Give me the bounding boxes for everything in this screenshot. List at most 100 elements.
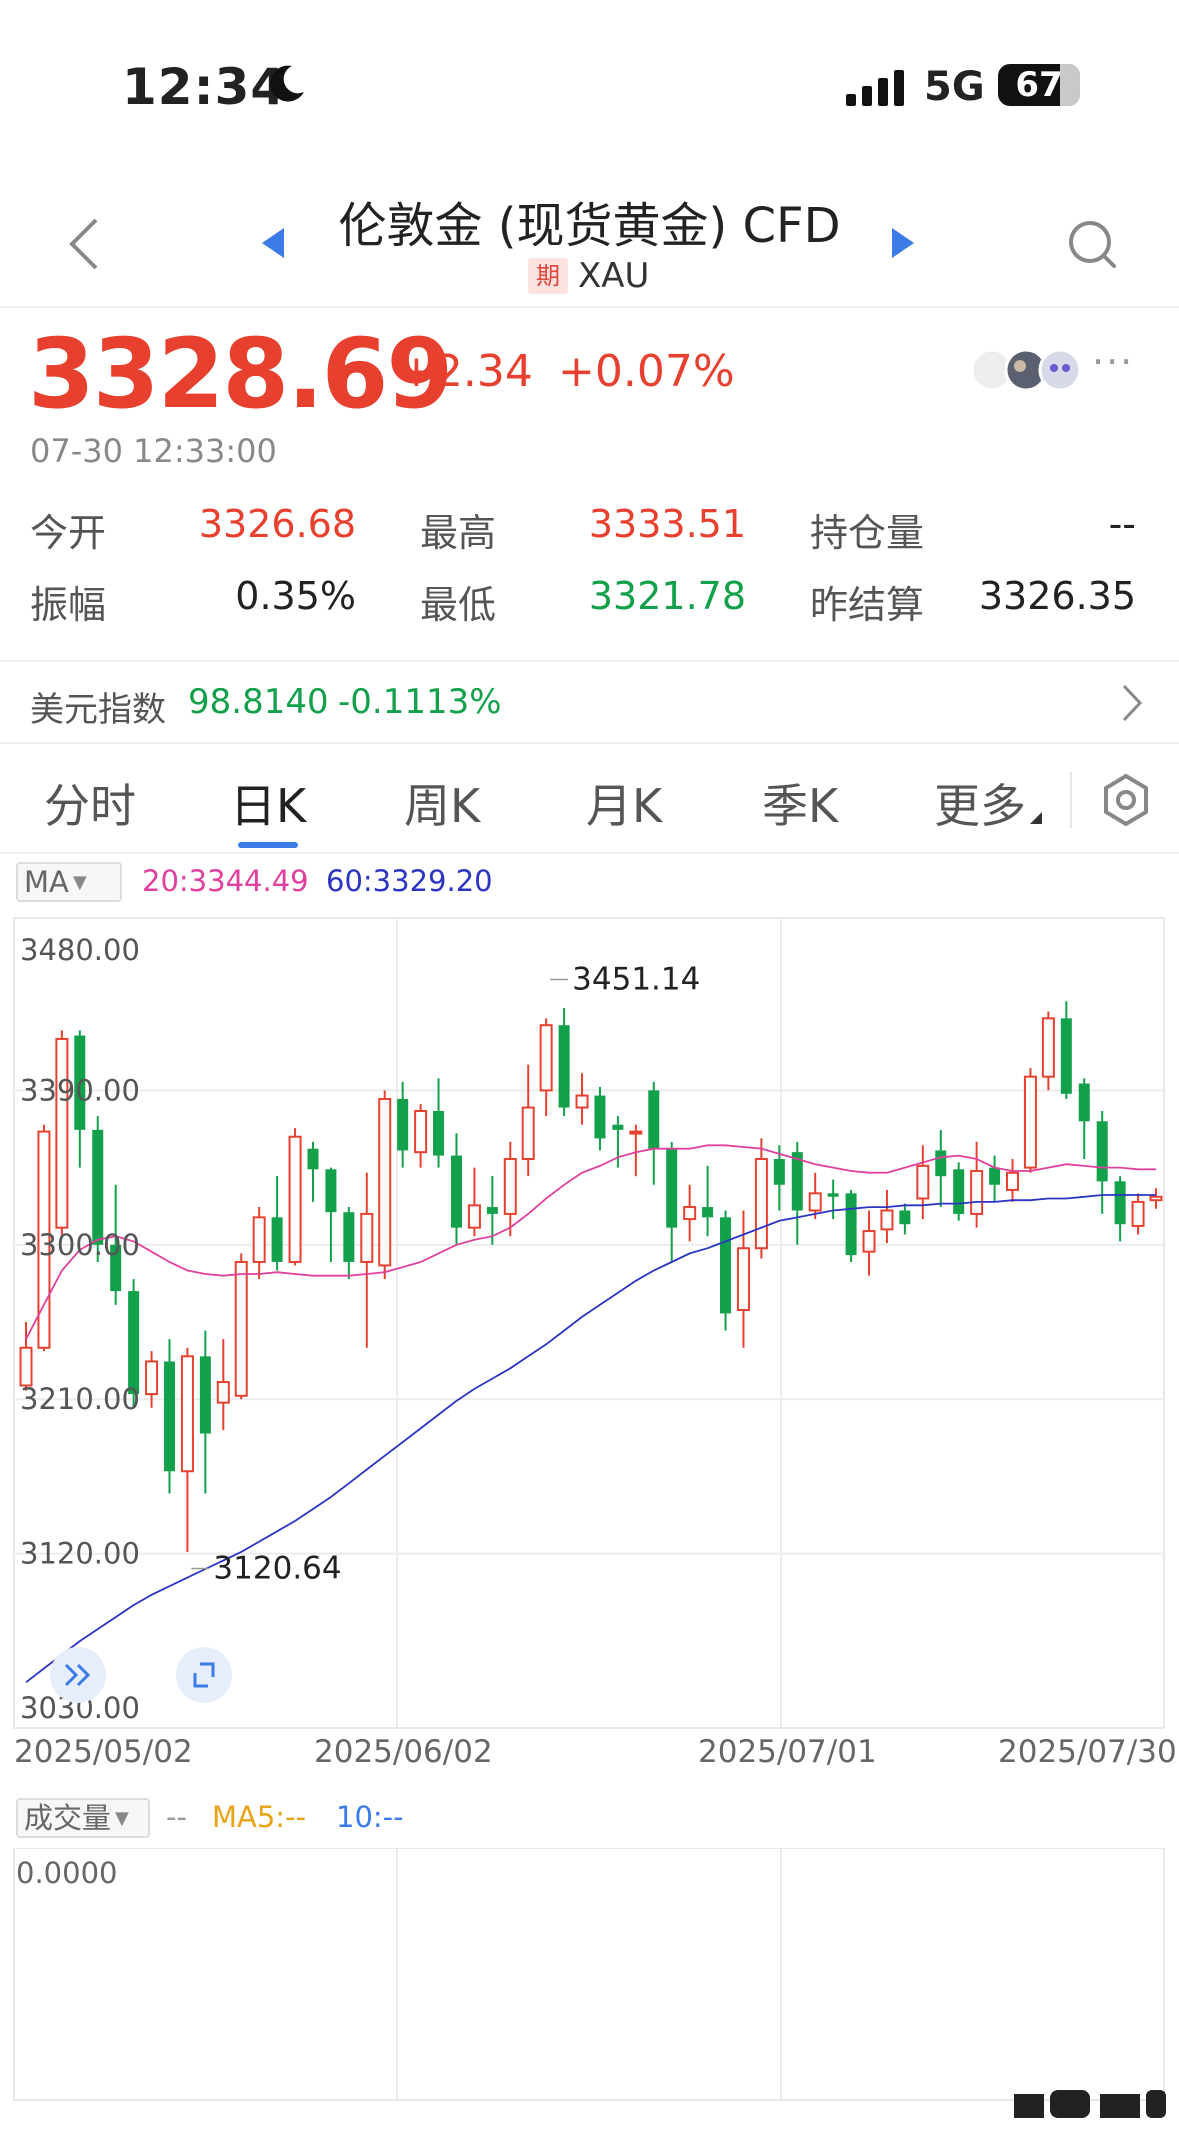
divider <box>0 660 1179 662</box>
candle-body <box>648 1090 660 1149</box>
tab-4[interactable]: 季K <box>762 770 838 836</box>
quote-timestamp: 07-30 12:33:00 <box>30 432 277 470</box>
plot-frame <box>13 917 1165 1729</box>
tab-0[interactable]: 分时 <box>44 770 136 836</box>
quote-field-label: 最低 <box>420 583 497 627</box>
indicator-selector[interactable]: MA ▼ <box>16 862 122 902</box>
dropdown-icon: ▼ <box>72 872 87 893</box>
price-change: +2.34 <box>398 346 533 397</box>
y-tick-label: 3120.00 <box>20 1537 140 1571</box>
x-tick-label: 2025/06/02 <box>314 1734 493 1770</box>
tab-3[interactable]: 月K <box>586 770 662 836</box>
candle-body <box>594 1095 606 1139</box>
quote-field-value: -- <box>1108 502 1136 546</box>
candle-body <box>970 1170 984 1215</box>
active-tab-indicator <box>238 842 298 848</box>
y-tick-label: 3390.00 <box>20 1073 140 1107</box>
candle-body <box>953 1169 965 1214</box>
candle-body <box>325 1169 337 1213</box>
candle-body <box>539 1024 553 1092</box>
divider <box>1070 772 1072 828</box>
instrument-subtitle: 期 XAU <box>528 256 649 296</box>
page-title: 伦敦金 (现货黄金) CFD <box>338 198 841 254</box>
candle-body <box>808 1192 822 1212</box>
quote-field-value: 3326.35 <box>978 574 1136 618</box>
battery-icon: 67 <box>998 64 1080 106</box>
divider <box>0 306 1179 308</box>
x-tick-label: 2025/05/02 <box>14 1734 193 1770</box>
quote-field-label: 今开 <box>30 511 107 555</box>
volume-axis-label: 0.0000 <box>16 1856 118 1890</box>
chevron-right-icon[interactable] <box>1120 682 1144 724</box>
candle-body <box>773 1159 785 1185</box>
usd-index-change: -0.1113% <box>338 682 502 722</box>
volume-value: -- <box>166 1800 187 1834</box>
candle-body <box>862 1230 876 1253</box>
volume-chart[interactable] <box>0 1848 1179 2108</box>
candle-body <box>1131 1200 1145 1227</box>
candle-body <box>1114 1181 1126 1225</box>
watermark-icon <box>1014 2090 1166 2118</box>
candle-body <box>1149 1195 1163 1202</box>
candle-body <box>378 1097 392 1267</box>
y-tick-label: 3480.00 <box>20 933 140 967</box>
search-icon[interactable] <box>1066 218 1118 270</box>
y-tick-label: 3300.00 <box>20 1228 140 1262</box>
x-tick-label: 2025/07/30 <box>998 1734 1177 1770</box>
last-price: 3328.69 <box>28 318 453 430</box>
candle-body <box>414 1109 428 1154</box>
candle-body <box>720 1217 732 1314</box>
fullscreen-button[interactable] <box>176 1647 232 1703</box>
candle-body <box>1006 1171 1020 1191</box>
candle-body <box>736 1247 750 1311</box>
quote-field-label: 持仓量 <box>810 511 925 555</box>
candle-body <box>558 1025 570 1108</box>
candle-body <box>899 1210 911 1225</box>
candle-body <box>629 1130 643 1135</box>
candle-body <box>360 1212 374 1263</box>
candle-body <box>450 1155 462 1228</box>
tab-1[interactable]: 日K <box>230 770 306 836</box>
candle-body <box>1041 1017 1055 1078</box>
candle-body <box>521 1106 535 1161</box>
tab-2[interactable]: 周K <box>404 770 480 836</box>
moon-icon <box>270 65 304 102</box>
quote-field-value: 3333.51 <box>588 502 746 546</box>
usd-index-label[interactable]: 美元指数 <box>30 682 166 731</box>
candle-body <box>234 1260 248 1397</box>
quote-field-value: 3326.68 <box>198 502 356 546</box>
candle-body <box>19 1346 33 1387</box>
candle-body <box>845 1193 857 1256</box>
network-label: 5G <box>924 64 985 110</box>
candle-body <box>433 1110 445 1156</box>
signal-icon <box>846 70 904 106</box>
candle-body <box>180 1355 194 1473</box>
candle-body <box>916 1164 930 1200</box>
status-time: 12:34 <box>122 58 287 116</box>
futures-badge: 期 <box>528 258 568 294</box>
tab-5[interactable]: 更多 <box>934 770 1026 836</box>
candle-body <box>397 1098 409 1151</box>
candle-body <box>199 1356 211 1434</box>
candle-body <box>128 1291 140 1395</box>
dropdown-icon: ▼ <box>115 1808 129 1829</box>
battery-level: 67 <box>1015 65 1063 105</box>
candle-body <box>666 1148 678 1228</box>
volume-selector[interactable]: 成交量 ▼ <box>16 1798 150 1838</box>
candle-body <box>1023 1075 1037 1169</box>
candle-body <box>1060 1018 1072 1094</box>
divider <box>0 852 1179 854</box>
candle-body <box>307 1148 319 1170</box>
candle-body <box>683 1206 697 1221</box>
next-instrument-icon[interactable] <box>890 226 916 260</box>
candle-body <box>467 1204 481 1229</box>
min-price-label: 3120.64 <box>213 1551 341 1587</box>
candle-body <box>163 1361 175 1472</box>
quote-field-label: 最高 <box>420 511 497 555</box>
more-options-icon[interactable]: ··· <box>1092 340 1134 384</box>
candlestick-chart[interactable]: 3480.003390.003300.003210.003120.003030.… <box>0 910 1179 1730</box>
settings-icon[interactable] <box>1100 772 1152 828</box>
candle-body <box>145 1360 159 1396</box>
community-avatars[interactable] <box>970 346 1090 394</box>
candle-body <box>702 1207 714 1218</box>
